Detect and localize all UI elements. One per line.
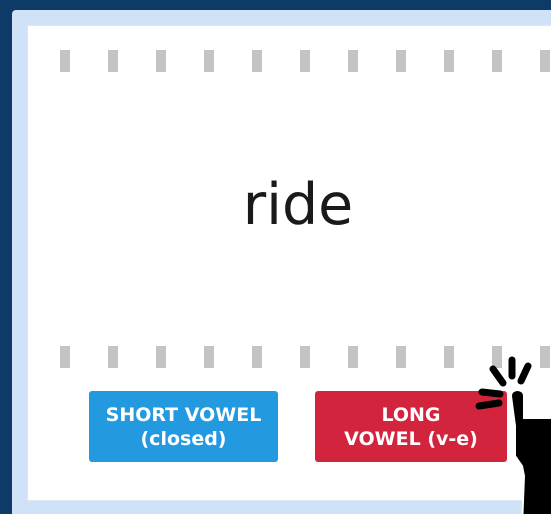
dash xyxy=(492,50,502,72)
dash xyxy=(300,346,310,368)
dash xyxy=(444,50,454,72)
top-dash-border xyxy=(60,50,551,72)
long-vowel-button-line1: LONG xyxy=(381,403,441,426)
dash xyxy=(396,50,406,72)
long-vowel-button-line2: VOWEL (v-e) xyxy=(344,427,478,450)
dash xyxy=(396,346,406,368)
dash xyxy=(540,50,550,72)
dash xyxy=(300,50,310,72)
dash xyxy=(156,346,166,368)
dash xyxy=(108,50,118,72)
dash xyxy=(156,50,166,72)
short-vowel-button[interactable]: SHORT VOWEL (closed) xyxy=(89,391,278,462)
dash xyxy=(108,346,118,368)
dash xyxy=(252,346,262,368)
dash xyxy=(348,50,358,72)
flash-card-word: ride xyxy=(242,172,354,238)
dash xyxy=(252,50,262,72)
dash xyxy=(204,346,214,368)
dash xyxy=(444,346,454,368)
dash xyxy=(60,50,70,72)
dash xyxy=(348,346,358,368)
dash xyxy=(204,50,214,72)
dash xyxy=(60,346,70,368)
short-vowel-button-line1: SHORT VOWEL xyxy=(105,403,262,426)
short-vowel-button-line2: (closed) xyxy=(140,427,227,450)
hand-pointer-click-icon xyxy=(475,356,551,514)
